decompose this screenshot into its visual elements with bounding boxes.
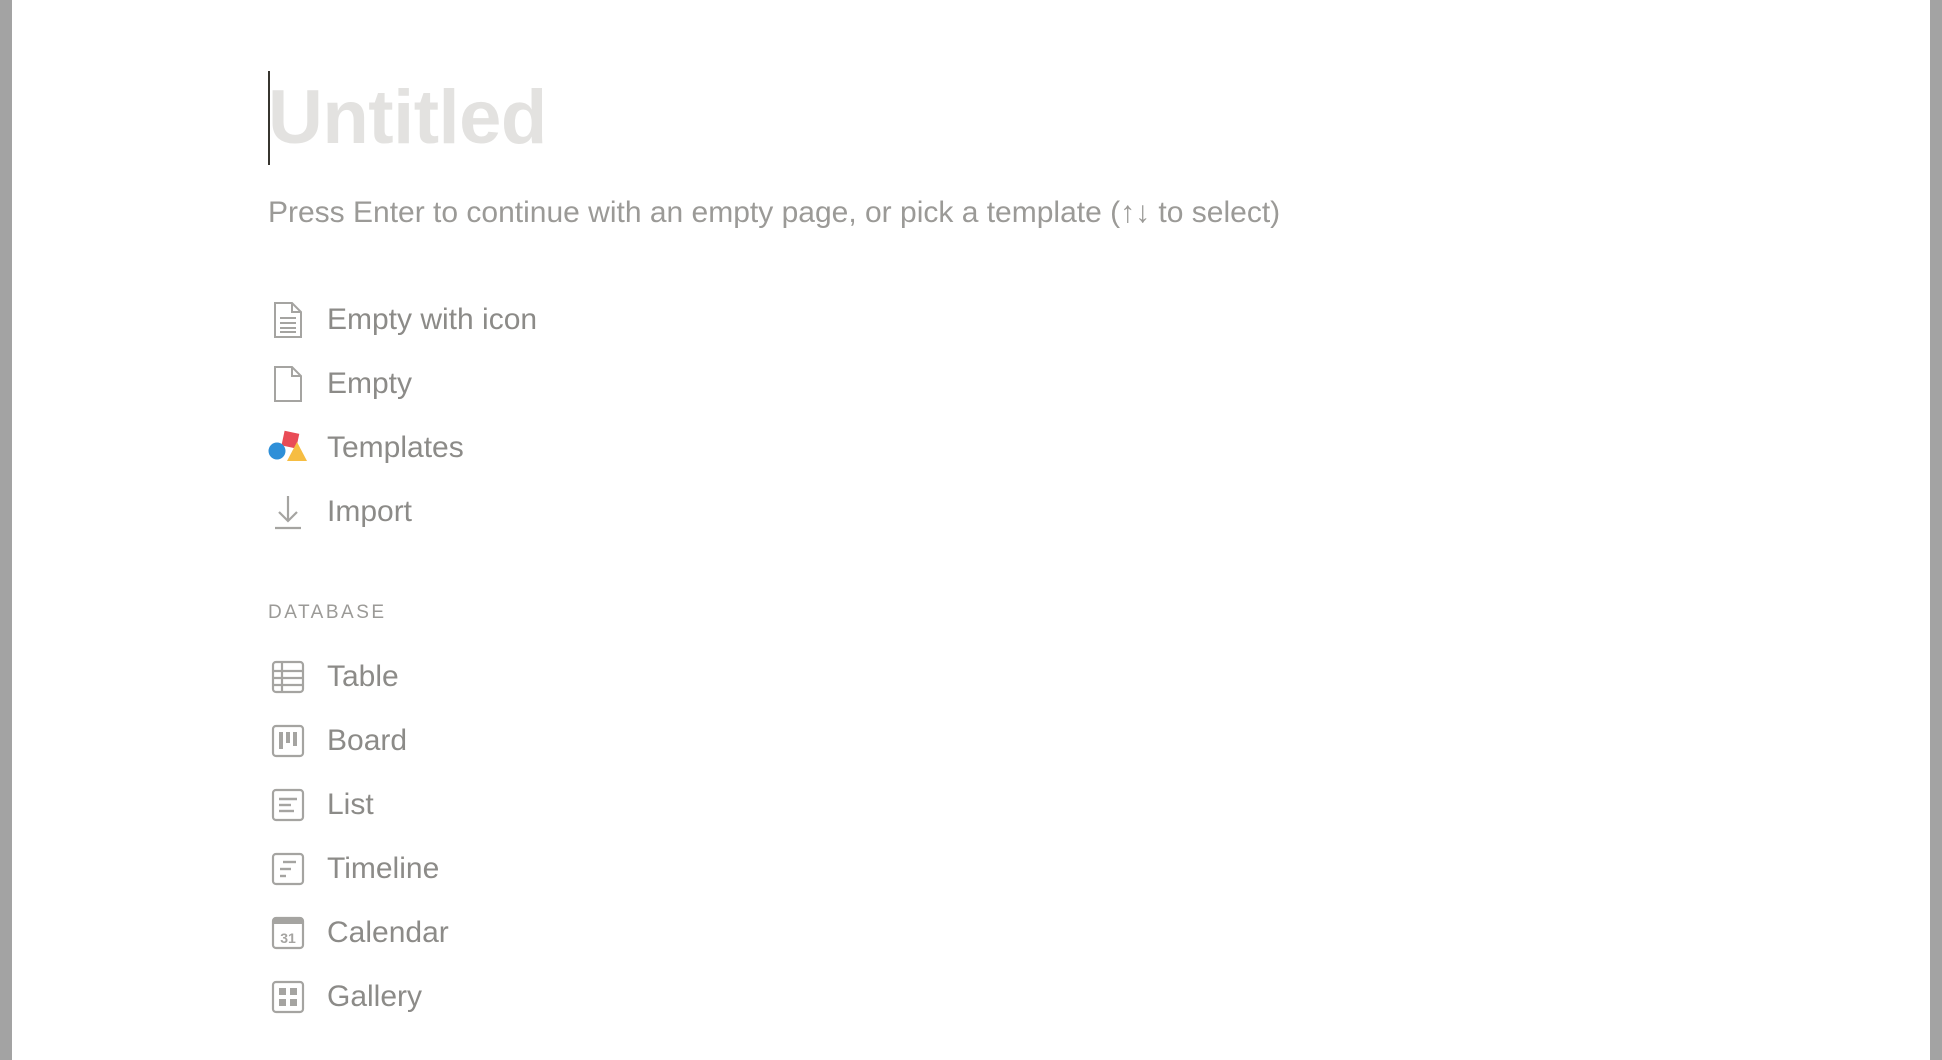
blank-page-icon [268,364,308,404]
database-item-label: Timeline [327,852,440,885]
database-item-table[interactable]: Table [268,649,399,705]
option-label: Empty [327,367,413,400]
database-item-label: Table [327,660,399,693]
window-edge-right [1930,0,1942,1060]
database-item-label: List [327,788,374,821]
database-item-label: Calendar [327,916,449,949]
database-section-title: DATABASE [268,602,387,623]
table-icon [268,657,308,697]
database-item-gallery[interactable]: Gallery [268,969,422,1025]
option-label: Templates [327,431,464,464]
page-title-placeholder: Untitled [268,75,547,160]
import-arrow-icon [268,492,308,532]
calendar-icon-text: 31 [280,930,296,946]
option-empty[interactable]: Empty [268,356,412,412]
database-item-label: Board [327,724,408,757]
option-label: Import [327,495,413,528]
option-empty-with-icon[interactable]: Empty with icon [268,292,537,348]
template-hint: Press Enter to continue with an empty pa… [268,196,1281,229]
title-field[interactable]: Untitled [268,70,547,166]
option-import[interactable]: Import [268,484,412,540]
timeline-icon [268,849,308,889]
page: Untitled Press Enter to continue with an… [12,0,1932,1060]
list-icon [268,785,308,825]
templates-shapes-icon [268,428,308,468]
database-item-board[interactable]: Board [268,713,407,769]
page-with-lines-icon [268,300,308,340]
option-label: Empty with icon [327,303,538,336]
database-item-calendar[interactable]: 31 Calendar [268,905,449,961]
database-item-list[interactable]: List [268,777,374,833]
board-icon [268,721,308,761]
database-item-timeline[interactable]: Timeline [268,841,439,897]
gallery-icon [268,977,308,1017]
database-item-label: Gallery [327,980,423,1013]
option-templates[interactable]: Templates [268,420,464,476]
calendar-icon: 31 [268,913,308,953]
